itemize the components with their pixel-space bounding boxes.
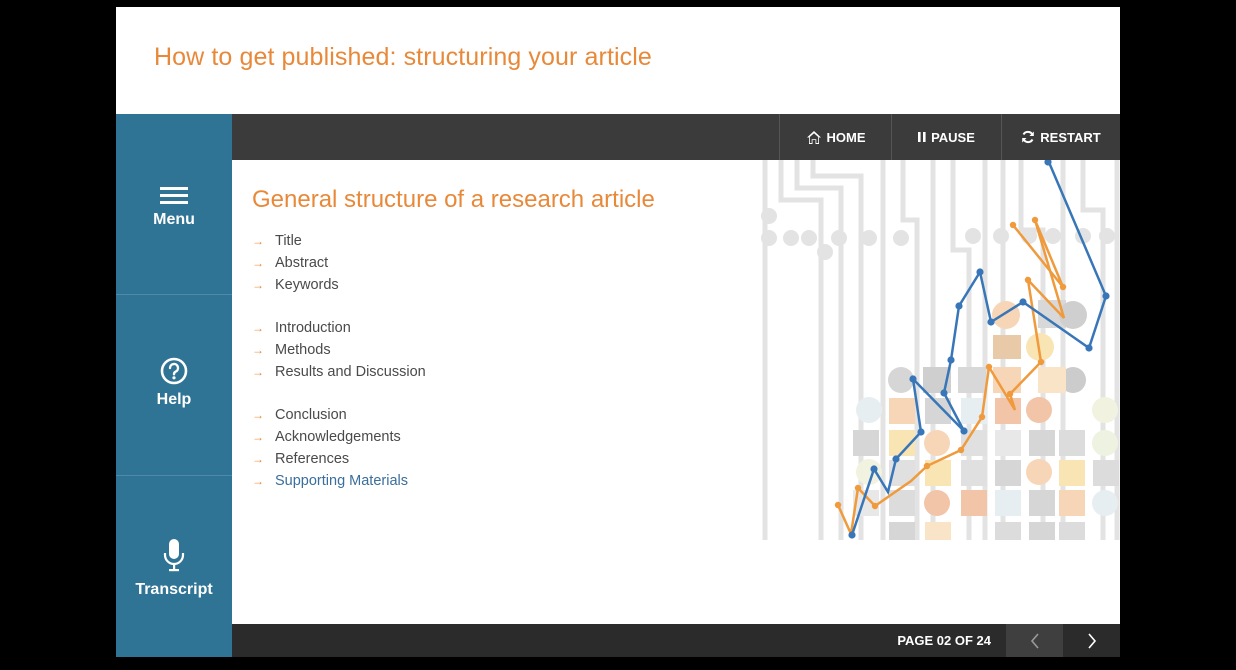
next-page-button[interactable]	[1063, 624, 1120, 657]
previous-page-button[interactable]	[1006, 624, 1063, 657]
arrow-icon: →	[252, 343, 264, 357]
list-item: → Introduction	[252, 317, 426, 339]
transcript-button[interactable]: Transcript	[116, 476, 232, 657]
footer-bar: PAGE 02 OF 24	[232, 624, 1120, 657]
menu-label: Menu	[153, 211, 195, 228]
transcript-label: Transcript	[135, 581, 213, 598]
microphone-icon	[163, 539, 185, 572]
help-label: Help	[156, 391, 192, 408]
chevron-left-icon	[1030, 632, 1039, 649]
list-item: → Keywords	[252, 274, 426, 296]
restart-icon	[1022, 130, 1035, 144]
restart-button[interactable]: RESTART	[1001, 114, 1120, 160]
arrow-icon: →	[252, 430, 264, 444]
help-button[interactable]: Help	[116, 295, 232, 476]
course-title: How to get published: structuring your a…	[154, 43, 652, 71]
decorative-illustration	[761, 160, 1120, 540]
structure-list: → Title → Abstract → Keywords → Introduction…	[252, 230, 426, 492]
arrow-icon: →	[252, 408, 264, 422]
arrow-icon: →	[252, 256, 264, 270]
pause-label: PAUSE	[931, 129, 975, 145]
list-item: → References	[252, 448, 426, 470]
sidebar: Menu Help Transcript	[116, 114, 232, 657]
pause-icon	[918, 132, 926, 142]
list-item: → Supporting Materials	[252, 470, 426, 492]
arrow-icon: →	[252, 365, 264, 379]
list-item: → Conclusion	[252, 404, 426, 426]
menu-icon	[160, 187, 188, 204]
pause-button[interactable]: PAUSE	[891, 114, 1001, 160]
help-icon	[160, 357, 188, 385]
list-item: → Title	[252, 230, 426, 252]
arrow-icon: →	[252, 452, 264, 466]
arrow-icon: →	[252, 474, 264, 488]
arrow-icon: →	[252, 278, 264, 292]
arrow-icon: →	[252, 321, 264, 335]
toolbar: HOME PAUSE RESTART	[232, 114, 1120, 160]
slide-title: General structure of a research article	[252, 186, 655, 213]
home-button[interactable]: HOME	[779, 114, 891, 160]
arrow-icon: →	[252, 234, 264, 248]
home-icon	[806, 130, 821, 144]
page-indicator: PAGE 02 OF 24	[897, 633, 991, 648]
menu-button[interactable]: Menu	[116, 114, 232, 295]
home-label: HOME	[826, 129, 866, 145]
slide-content: General structure of a research article …	[232, 160, 1120, 624]
course-player: How to get published: structuring your a…	[116, 7, 1120, 657]
list-item: → Abstract	[252, 252, 426, 274]
list-item: → Acknowledgements	[252, 426, 426, 448]
list-item: → Methods	[252, 339, 426, 361]
list-item: → Results and Discussion	[252, 361, 426, 383]
restart-label: RESTART	[1040, 129, 1101, 145]
chevron-right-icon	[1087, 632, 1096, 649]
